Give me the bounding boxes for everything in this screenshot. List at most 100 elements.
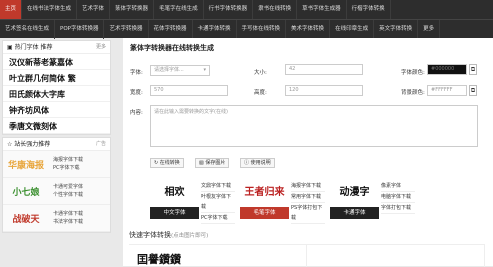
sample-image[interactable]: 相欢 中文字体: [150, 174, 199, 219]
nav-item[interactable]: 艺术字体: [77, 0, 111, 19]
quick-convert-heading: 快速字体转换(点击图片即可): [129, 230, 208, 240]
font-list-item[interactable]: 叶立群几何简体 繁: [3, 70, 110, 86]
color-picker-icon[interactable]: ⧉: [469, 64, 477, 75]
promo-links: 卡通可爱字体 个性字体下载: [49, 183, 83, 199]
promo-link[interactable]: PC字体下载: [53, 164, 83, 172]
sample-link[interactable]: 常用字体下载: [291, 192, 325, 203]
promo-link[interactable]: 卡通字体下载: [53, 210, 83, 218]
nav-item[interactable]: 花体字转换器: [149, 20, 193, 39]
sample-link[interactable]: 字体打包下载: [381, 203, 415, 214]
color-input[interactable]: #000000: [427, 64, 467, 75]
font-select[interactable]: 请选择字体... ▾: [150, 65, 210, 76]
promo-links: 海报字体下载 PC字体下载: [49, 156, 83, 172]
nav-item[interactable]: 在线印章生成: [330, 20, 375, 39]
sidebar: ▣ 热门字体 推荐 更多 汉仪新蒂老篆嘉体 叶立群几何简体 繁田氏颜体大字库 钟齐坊…: [0, 38, 113, 266]
sample-caption: 中文字体: [150, 207, 199, 219]
convert-button[interactable]: ↻ 在线转换: [150, 158, 184, 168]
nav-item[interactable]: 手写体在线转换: [237, 20, 287, 39]
font-list-item[interactable]: 汉仪新蒂老篆嘉体: [3, 54, 110, 70]
nav-item[interactable]: 毛笔字在线生成: [154, 0, 204, 19]
height-label: 高度:: [254, 90, 267, 96]
nav-item[interactable]: 更多: [418, 20, 441, 39]
size-label: 大小:: [254, 70, 267, 76]
promo-header: ☆ 站长强力推荐 广告: [3, 138, 110, 151]
hot-fonts-panel: ▣ 热门字体 推荐 更多 汉仪新蒂老篆嘉体 叶立群几何简体 繁田氏颜体大字库 钟齐坊…: [2, 40, 111, 135]
nav-item[interactable]: 篆体字转换器: [110, 0, 155, 19]
sample-caption: 毛笔字体: [240, 207, 289, 219]
help-button[interactable]: ⓘ 使用说明: [240, 158, 275, 168]
content-placeholder: 请在此输入需要转换的文字(在线): [154, 109, 228, 115]
sample-link[interactable]: PS字体打包下载: [291, 203, 325, 224]
sample-image[interactable]: 王者归来 毛笔字体: [240, 174, 289, 219]
width-value: 570: [154, 87, 164, 93]
quick-preview-tile[interactable]: 囯譽鑽鑽: [129, 245, 307, 267]
width-input[interactable]: 570: [150, 85, 228, 96]
bg-color-input[interactable]: #FFFFFF: [427, 85, 467, 96]
promo-image[interactable]: 小七娘: [3, 179, 49, 203]
sample-card-2[interactable]: 王者归来 毛笔字体 海报字体下载 常用字体下载 PS字体打包下载: [240, 174, 325, 224]
promo-image[interactable]: 华康海报: [3, 152, 49, 176]
chevron-down-icon: ▾: [203, 67, 206, 73]
sample-card-3[interactable]: 动漫字 卡通字体 像素字体 电脑字体下载 字体打包下载: [330, 174, 415, 219]
font-list-item[interactable]: 季唐文微刻体: [3, 118, 110, 134]
ad-label: 广告: [95, 141, 106, 147]
promo-link[interactable]: 海报字体下载: [53, 156, 83, 164]
save-label: 保存图片: [205, 160, 226, 166]
nav-item[interactable]: 艺术字转换器: [104, 20, 149, 39]
sample-links: 像素字体 电脑字体下载 字体打包下载: [379, 174, 415, 219]
promo-row[interactable]: 华康海报 海报字体下载 PC字体下载: [3, 151, 110, 178]
sample-image[interactable]: 动漫字 卡通字体: [330, 174, 379, 219]
promo-row[interactable]: 战破天 卡通字体下载 书法字体下载: [3, 205, 110, 232]
width-label: 宽度:: [130, 90, 143, 96]
font-list-item[interactable]: 钟齐坊风体: [3, 102, 110, 118]
save-image-button[interactable]: ▧ 保存图片: [195, 158, 230, 168]
promo-title: 站长强力推荐: [14, 141, 51, 148]
info-icon: ⓘ: [244, 160, 251, 166]
nav-item[interactable]: 在线书法字体生成: [22, 0, 78, 19]
hot-fonts-header: ▣ 热门字体 推荐 更多: [3, 41, 110, 54]
bg-label: 背景颜色:: [401, 90, 425, 96]
nav-item[interactable]: 主页: [0, 0, 23, 19]
sample-link[interactable]: 电脑字体下载: [381, 192, 415, 203]
promo-list: 华康海报 海报字体下载 PC字体下载 小七娘 卡通可爱字体 个性字体下载 战破天 卡通字体下载…: [3, 151, 110, 232]
nav-item[interactable]: 草书字体生成器: [297, 0, 347, 19]
quick-convert-hint: (点击图片即可): [171, 233, 209, 239]
fire-icon: ▣: [7, 44, 15, 51]
nav-row-secondary: 艺术签名在线生成 POP字体转换器 艺术字转换器 花体字转换器 卡通字体转换 手写体在线转…: [0, 19, 493, 39]
nav-item[interactable]: 隶书在线转换: [253, 0, 298, 19]
nav-item[interactable]: 英文字体转换: [374, 20, 419, 39]
sample-art: 王者归来: [244, 187, 285, 198]
sample-card-1[interactable]: 相欢 中文字体 文鼎字体下载 叶根友字体下载 PC字体下载: [150, 174, 235, 224]
size-input[interactable]: 42: [285, 64, 363, 75]
color-label: 字体颜色:: [401, 70, 425, 76]
quick-preview-tile[interactable]: [307, 245, 485, 267]
more-link[interactable]: 更多: [96, 41, 106, 53]
nav-item[interactable]: 卡通字体转换: [193, 20, 237, 39]
sample-link[interactable]: 叶根友字体下载: [201, 192, 235, 213]
sample-link[interactable]: 文鼎字体下载: [201, 181, 235, 192]
height-input[interactable]: 120: [285, 85, 363, 96]
nav-item[interactable]: 行楷字体转换: [347, 0, 391, 19]
sample-link[interactable]: PC字体下载: [201, 213, 235, 224]
content-textarea[interactable]: 请在此输入需要转换的文字(在线): [150, 105, 478, 147]
sample-caption: 卡通字体: [330, 207, 379, 219]
bg-picker-icon[interactable]: ⧉: [469, 85, 477, 96]
sample-link[interactable]: 海报字体下载: [291, 181, 325, 192]
hot-fonts-title: 热门字体 推荐: [14, 44, 53, 51]
promo-row[interactable]: 小七娘 卡通可爱字体 个性字体下载: [3, 178, 110, 205]
promo-image[interactable]: 战破天: [3, 206, 49, 230]
nav-row-primary: 主页 在线书法字体生成 艺术字体 篆体字转换器 毛笔字在线生成 行书字体转换器 隶书在线转换…: [0, 0, 493, 19]
sample-links: 文鼎字体下载 叶根友字体下载 PC字体下载: [199, 174, 235, 224]
content-label: 内容:: [130, 110, 143, 116]
promo-link[interactable]: 个性字体下载: [53, 191, 83, 199]
nav-item[interactable]: 美术字体转换: [286, 20, 331, 39]
promo-link[interactable]: 书法字体下载: [53, 218, 83, 226]
promo-link[interactable]: 卡通可爱字体: [53, 183, 83, 191]
font-label: 字体:: [130, 70, 143, 76]
nav-item[interactable]: 艺术签名在线生成: [0, 20, 56, 39]
sample-link[interactable]: 像素字体: [381, 181, 415, 192]
page-title: 篆体字转换器在线转换生成: [130, 44, 214, 52]
font-list-item[interactable]: 田氏颜体大字库: [3, 86, 110, 102]
nav-item[interactable]: POP字体转换器: [55, 20, 105, 39]
nav-item[interactable]: 行书字体转换器: [204, 0, 254, 19]
